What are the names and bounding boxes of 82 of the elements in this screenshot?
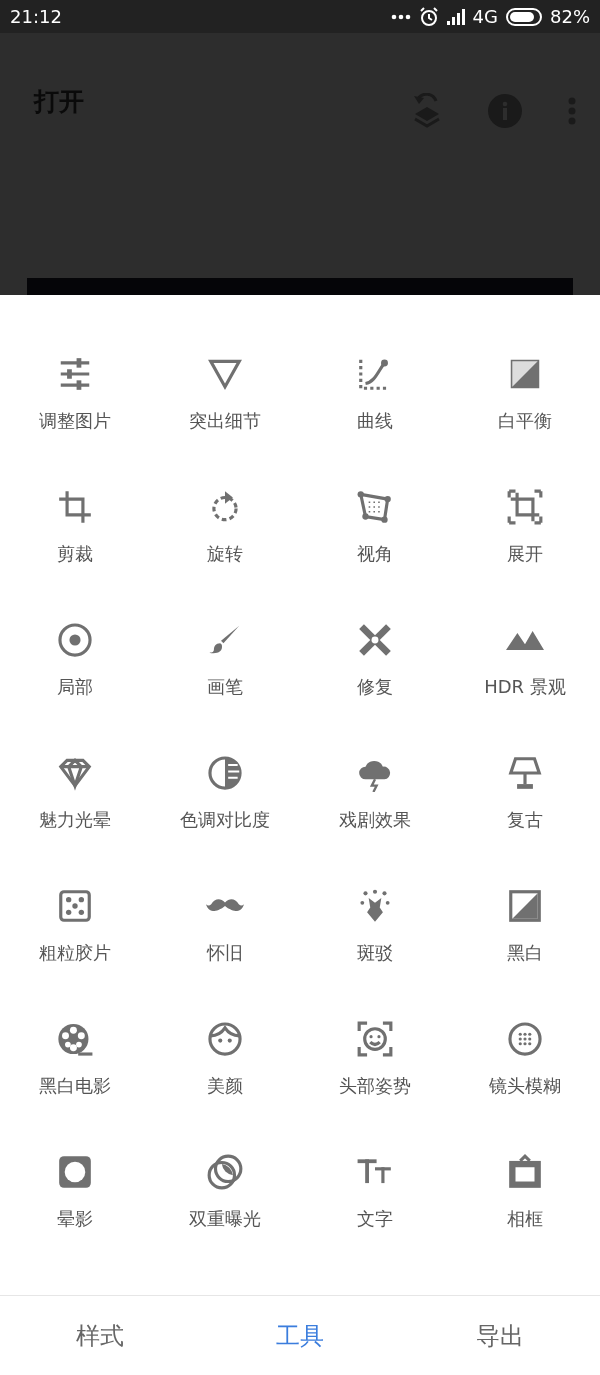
tool-button[interactable]: 剪裁 xyxy=(0,472,150,605)
tool-label: 剪裁 xyxy=(57,542,93,566)
tool-label: 黑白 xyxy=(507,941,543,965)
tool-label: 旋转 xyxy=(207,542,243,566)
tool-button[interactable]: 晕影 xyxy=(0,1137,150,1270)
tool-button[interactable]: 粗粒胶片 xyxy=(0,871,150,1004)
tool-label: 突出细节 xyxy=(189,409,261,433)
face-frame-icon xyxy=(356,1020,394,1058)
target-icon xyxy=(56,621,94,659)
network-type: 4G xyxy=(472,5,498,29)
tool-label: 镜头模糊 xyxy=(489,1074,561,1098)
tool-label: 局部 xyxy=(57,675,93,699)
tool-label: 双重曝光 xyxy=(189,1207,261,1231)
mountains-icon xyxy=(506,630,544,650)
tool-button[interactable]: 画笔 xyxy=(150,605,300,738)
tool-label: 曲线 xyxy=(357,409,393,433)
tool-button[interactable]: 视角 xyxy=(300,472,450,605)
tool-button[interactable]: 怀旧 xyxy=(150,871,300,1004)
tool-label: 调整图片 xyxy=(39,409,111,433)
tool-button[interactable]: 色调对比度 xyxy=(150,738,300,871)
tool-label: 戏剧效果 xyxy=(339,808,411,832)
tool-button[interactable]: 双重曝光 xyxy=(150,1137,300,1270)
alarm-icon xyxy=(418,6,439,27)
bottom-tab[interactable]: 导出 xyxy=(400,1296,600,1375)
signal-icon xyxy=(446,8,465,25)
dice-icon xyxy=(56,887,94,925)
lamp-icon xyxy=(506,754,544,792)
tool-label: 黑白电影 xyxy=(39,1074,111,1098)
more-icon xyxy=(390,13,411,20)
tool-button[interactable]: 突出细节 xyxy=(150,339,300,472)
tool-label: 色调对比度 xyxy=(180,808,270,832)
tool-button[interactable]: 美颜 xyxy=(150,1004,300,1137)
bottom-tab[interactable]: 样式 xyxy=(0,1296,200,1375)
tool-button[interactable]: 局部 xyxy=(0,605,150,738)
tool-button[interactable]: 旋转 xyxy=(150,472,300,605)
double-circle-icon xyxy=(206,1153,244,1191)
face-icon xyxy=(206,1020,244,1058)
tool-button[interactable]: 魅力光晕 xyxy=(0,738,150,871)
tool-button[interactable]: 白平衡 xyxy=(450,339,600,472)
tool-label: 白平衡 xyxy=(498,409,552,433)
battery-icon xyxy=(506,7,542,26)
tool-button[interactable]: 调整图片 xyxy=(0,339,150,472)
perspective-icon xyxy=(356,488,394,526)
tool-label: 相框 xyxy=(507,1207,543,1231)
tool-button[interactable]: 修复 xyxy=(300,605,450,738)
tool-button[interactable]: 复古 xyxy=(450,738,600,871)
tool-label: 复古 xyxy=(507,808,543,832)
tool-label: 魅力光晕 xyxy=(39,808,111,832)
crop-icon xyxy=(56,488,94,526)
tool-label: 修复 xyxy=(357,675,393,699)
tool-label: 斑驳 xyxy=(357,941,393,965)
tool-button[interactable]: 头部姿势 xyxy=(300,1004,450,1137)
tool-button[interactable]: 镜头模糊 xyxy=(450,1004,600,1137)
tool-button[interactable]: 斑驳 xyxy=(300,871,450,1004)
tool-button[interactable]: 曲线 xyxy=(300,339,450,472)
tool-label: 晕影 xyxy=(57,1207,93,1231)
tool-button[interactable]: 展开 xyxy=(450,472,600,605)
tool-label: 头部姿势 xyxy=(339,1074,411,1098)
tool-button[interactable]: 黑白 xyxy=(450,871,600,1004)
time: 21:12 xyxy=(10,5,62,29)
bottom-tab[interactable]: 工具 xyxy=(200,1296,400,1375)
tool-button[interactable]: 相框 xyxy=(450,1137,600,1270)
tool-button[interactable]: 文字 xyxy=(300,1137,450,1270)
tool-button[interactable]: 黑白电影 xyxy=(0,1004,150,1137)
vignette-icon xyxy=(56,1153,94,1191)
frame-icon xyxy=(506,1153,544,1191)
lens-blur-icon xyxy=(506,1020,544,1058)
tool-label: 视角 xyxy=(357,542,393,566)
tool-label: 怀旧 xyxy=(207,941,243,965)
tool-label: 美颜 xyxy=(207,1074,243,1098)
tool-button[interactable]: 戏剧效果 xyxy=(300,738,450,871)
tool-label: HDR 景观 xyxy=(484,675,566,699)
tool-label: 文字 xyxy=(357,1207,393,1231)
mustache-icon xyxy=(206,899,244,913)
contrast-icon xyxy=(206,754,244,792)
tool-label: 粗粒胶片 xyxy=(39,941,111,965)
expand-icon xyxy=(506,488,544,526)
split-square-icon xyxy=(506,887,544,925)
tool-button[interactable]: HDR 景观 xyxy=(450,605,600,738)
battery-level: 82% xyxy=(550,5,590,29)
tool-label: 画笔 xyxy=(207,675,243,699)
tool-label: 展开 xyxy=(507,542,543,566)
